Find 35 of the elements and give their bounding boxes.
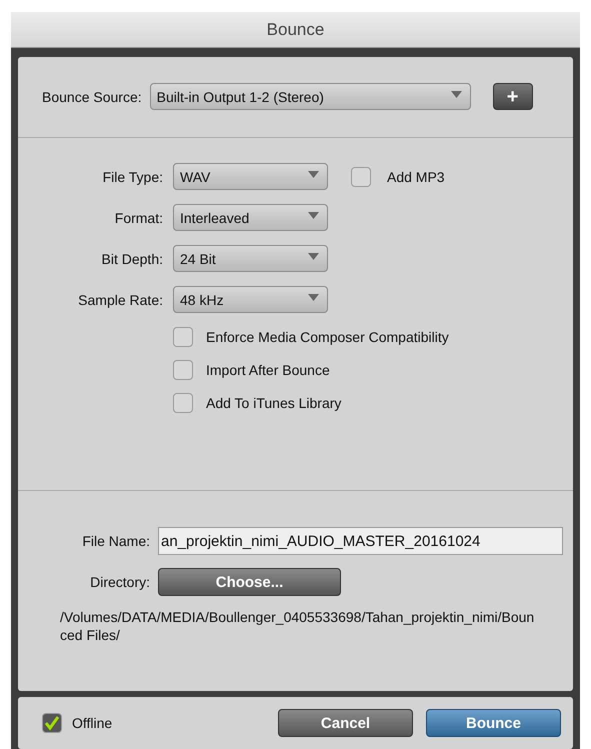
caret-icon [308,171,319,178]
field-label: Bounce Source: [42,88,142,104]
checkbox-label: Import After Bounce [206,362,330,378]
setting-dropdown[interactable]: 48 kHz [173,286,328,313]
bounce-button[interactable]: Bounce [426,709,561,737]
checkbox-label: Add MP3 [387,168,445,184]
setting-dropdown[interactable]: 24 Bit [173,245,328,272]
checkbox[interactable] [173,360,193,380]
field-label: Format: [114,210,163,226]
checkbox-label: Add To iTunes Library [206,395,342,411]
file-name-field[interactable]: an_projektin_nimi_AUDIO_MASTER_20161024 [158,527,563,555]
choose-button[interactable]: Choose... [158,568,341,596]
caret-icon [450,91,462,98]
checkbox[interactable] [173,327,193,347]
field-label: File Name: [81,533,150,549]
checkbox[interactable] [173,393,193,413]
source-dropdown[interactable]: Built-in Output 1-2 (Stereo) [150,83,471,110]
caret-icon [308,253,319,260]
setting-dropdown[interactable]: Interleaved [173,204,328,231]
field-label: File Type: [102,168,163,184]
checkbox[interactable] [351,166,371,186]
caret-icon [308,212,319,219]
directory-path: /Volumes/DATA/MEDIA/Boullenger_0405533698/Tahan_projektin_nimi/Bounced Files/ [60,609,536,644]
checkbox-label: Enforce Media Composer Compatibility [206,329,449,345]
add-button[interactable]: + [492,83,533,110]
field-label: Bit Depth: [100,250,163,266]
window-title: Bounce [11,12,580,48]
checkbox[interactable] [42,713,62,733]
checkbox-label: Offline [72,715,112,731]
checkmark-icon [44,715,60,731]
setting-dropdown[interactable]: WAV [173,163,328,190]
cancel-button[interactable]: Cancel [278,709,413,737]
caret-icon [308,294,319,301]
field-label: Directory: [89,574,150,590]
field-label: Sample Rate: [77,292,163,308]
